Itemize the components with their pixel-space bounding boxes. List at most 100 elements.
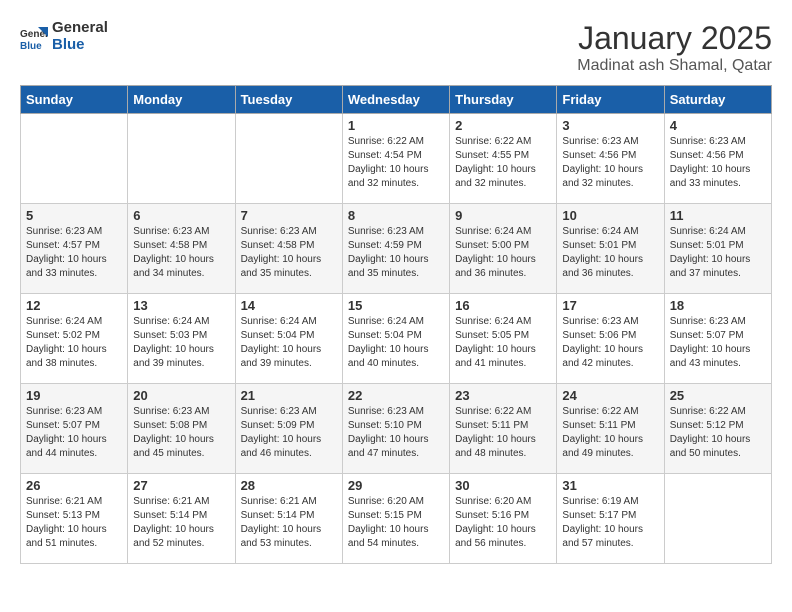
day-detail: Sunrise: 6:22 AM Sunset: 5:11 PM Dayligh… [455, 405, 551, 461]
day-detail: Sunrise: 6:24 AM Sunset: 5:05 PM Dayligh… [455, 315, 551, 371]
day-detail: Sunrise: 6:24 AM Sunset: 5:02 PM Dayligh… [26, 315, 122, 371]
day-detail: Sunrise: 6:23 AM Sunset: 4:58 PM Dayligh… [133, 225, 229, 281]
calendar-cell: 21 Sunrise: 6:23 AM Sunset: 5:09 PM Dayli… [235, 384, 342, 474]
calendar-week-row: 12Sunrise: 6:24 AM Sunset: 5:02 PM Dayli… [21, 294, 772, 384]
weekday-header: Sunday [21, 86, 128, 114]
weekday-header: Friday [557, 86, 664, 114]
day-detail: Sunrise: 6:22 AM Sunset: 5:12 PM Dayligh… [670, 405, 766, 461]
day-number: 2 [455, 118, 551, 133]
calendar-cell: 18Sunrise: 6:23 AM Sunset: 5:07 PM Dayli… [664, 294, 771, 384]
logo-icon: General Blue [20, 23, 48, 51]
calendar-week-row: 26 Sunrise: 6:21 AM Sunset: 5:13 PM Dayli… [21, 474, 772, 564]
day-detail: Sunrise: 6:23 AM Sunset: 4:59 PM Dayligh… [348, 225, 444, 281]
day-number: 5 [26, 208, 122, 223]
calendar-cell: 24Sunrise: 6:22 AM Sunset: 5:11 PM Dayli… [557, 384, 664, 474]
day-detail: Sunrise: 6:23 AM Sunset: 4:57 PM Dayligh… [26, 225, 122, 281]
day-detail: Sunrise: 6:21 AM Sunset: 5:13 PM Dayligh… [26, 495, 122, 551]
calendar-cell [664, 474, 771, 564]
day-detail: Sunrise: 6:24 AM Sunset: 5:04 PM Dayligh… [241, 315, 337, 371]
day-number: 23 [455, 388, 551, 403]
title-block: January 2025 Madinat ash Shamal, Qatar [577, 20, 772, 75]
weekday-header: Thursday [450, 86, 557, 114]
calendar-cell: 9Sunrise: 6:24 AM Sunset: 5:00 PM Daylig… [450, 204, 557, 294]
calendar-cell: 16 Sunrise: 6:24 AM Sunset: 5:05 PM Dayli… [450, 294, 557, 384]
day-number: 7 [241, 208, 337, 223]
logo-text: General Blue [52, 20, 108, 53]
day-number: 3 [562, 118, 658, 133]
day-detail: Sunrise: 6:23 AM Sunset: 5:08 PM Dayligh… [133, 405, 229, 461]
calendar-week-row: 19 Sunrise: 6:23 AM Sunset: 5:07 PM Dayli… [21, 384, 772, 474]
day-number: 25 [670, 388, 766, 403]
calendar-cell: 2Sunrise: 6:22 AM Sunset: 4:55 PM Daylig… [450, 114, 557, 204]
calendar-cell: 31Sunrise: 6:19 AM Sunset: 5:17 PM Dayli… [557, 474, 664, 564]
calendar-cell: 3 Sunrise: 6:23 AM Sunset: 4:56 PM Daylig… [557, 114, 664, 204]
weekday-header: Wednesday [342, 86, 449, 114]
month-title: January 2025 [577, 20, 772, 57]
calendar-cell: 20 Sunrise: 6:23 AM Sunset: 5:08 PM Dayli… [128, 384, 235, 474]
day-number: 24 [562, 388, 658, 403]
day-number: 14 [241, 298, 337, 313]
day-number: 18 [670, 298, 766, 313]
day-number: 28 [241, 478, 337, 493]
calendar-cell: 23 Sunrise: 6:22 AM Sunset: 5:11 PM Dayli… [450, 384, 557, 474]
calendar-cell: 1 Sunrise: 6:22 AM Sunset: 4:54 PM Daylig… [342, 114, 449, 204]
weekday-header-row: SundayMondayTuesdayWednesdayThursdayFrid… [21, 86, 772, 114]
day-number: 19 [26, 388, 122, 403]
day-detail: Sunrise: 6:20 AM Sunset: 5:15 PM Dayligh… [348, 495, 444, 551]
day-detail: Sunrise: 6:22 AM Sunset: 4:54 PM Dayligh… [348, 135, 444, 191]
day-detail: Sunrise: 6:24 AM Sunset: 5:01 PM Dayligh… [562, 225, 658, 281]
calendar-cell: 22 Sunrise: 6:23 AM Sunset: 5:10 PM Dayli… [342, 384, 449, 474]
location-subtitle: Madinat ash Shamal, Qatar [577, 57, 772, 75]
day-detail: Sunrise: 6:23 AM Sunset: 5:07 PM Dayligh… [26, 405, 122, 461]
day-number: 11 [670, 208, 766, 223]
day-detail: Sunrise: 6:24 AM Sunset: 5:04 PM Dayligh… [348, 315, 444, 371]
calendar-cell [235, 114, 342, 204]
day-detail: Sunrise: 6:23 AM Sunset: 5:10 PM Dayligh… [348, 405, 444, 461]
svg-text:Blue: Blue [20, 41, 42, 51]
day-number: 6 [133, 208, 229, 223]
calendar-cell [21, 114, 128, 204]
weekday-header: Saturday [664, 86, 771, 114]
day-number: 30 [455, 478, 551, 493]
calendar-cell: 27 Sunrise: 6:21 AM Sunset: 5:14 PM Dayli… [128, 474, 235, 564]
calendar-cell: 15 Sunrise: 6:24 AM Sunset: 5:04 PM Dayli… [342, 294, 449, 384]
weekday-header: Tuesday [235, 86, 342, 114]
calendar-cell: 12Sunrise: 6:24 AM Sunset: 5:02 PM Dayli… [21, 294, 128, 384]
calendar-week-row: 5 Sunrise: 6:23 AM Sunset: 4:57 PM Daylig… [21, 204, 772, 294]
day-number: 8 [348, 208, 444, 223]
calendar-cell: 11 Sunrise: 6:24 AM Sunset: 5:01 PM Dayli… [664, 204, 771, 294]
day-number: 20 [133, 388, 229, 403]
page-header: General Blue General Blue January 2025 M… [20, 20, 772, 75]
day-number: 13 [133, 298, 229, 313]
calendar-cell: 7 Sunrise: 6:23 AM Sunset: 4:58 PM Daylig… [235, 204, 342, 294]
day-number: 22 [348, 388, 444, 403]
calendar-cell [128, 114, 235, 204]
day-detail: Sunrise: 6:21 AM Sunset: 5:14 PM Dayligh… [241, 495, 337, 551]
day-detail: Sunrise: 6:23 AM Sunset: 4:58 PM Dayligh… [241, 225, 337, 281]
calendar-cell: 29 Sunrise: 6:20 AM Sunset: 5:15 PM Dayli… [342, 474, 449, 564]
day-detail: Sunrise: 6:23 AM Sunset: 4:56 PM Dayligh… [562, 135, 658, 191]
weekday-header: Monday [128, 86, 235, 114]
day-number: 4 [670, 118, 766, 133]
calendar-week-row: 1 Sunrise: 6:22 AM Sunset: 4:54 PM Daylig… [21, 114, 772, 204]
day-number: 10 [562, 208, 658, 223]
day-number: 15 [348, 298, 444, 313]
day-number: 29 [348, 478, 444, 493]
calendar-cell: 10 Sunrise: 6:24 AM Sunset: 5:01 PM Dayli… [557, 204, 664, 294]
day-detail: Sunrise: 6:21 AM Sunset: 5:14 PM Dayligh… [133, 495, 229, 551]
logo: General Blue General Blue [20, 20, 108, 53]
day-number: 21 [241, 388, 337, 403]
day-number: 16 [455, 298, 551, 313]
day-detail: Sunrise: 6:23 AM Sunset: 5:09 PM Dayligh… [241, 405, 337, 461]
calendar-cell: 6 Sunrise: 6:23 AM Sunset: 4:58 PM Daylig… [128, 204, 235, 294]
day-detail: Sunrise: 6:20 AM Sunset: 5:16 PM Dayligh… [455, 495, 551, 551]
day-number: 1 [348, 118, 444, 133]
day-number: 27 [133, 478, 229, 493]
day-detail: Sunrise: 6:23 AM Sunset: 5:06 PM Dayligh… [562, 315, 658, 371]
day-detail: Sunrise: 6:24 AM Sunset: 5:01 PM Dayligh… [670, 225, 766, 281]
calendar-cell: 13Sunrise: 6:24 AM Sunset: 5:03 PM Dayli… [128, 294, 235, 384]
day-number: 26 [26, 478, 122, 493]
day-number: 9 [455, 208, 551, 223]
day-detail: Sunrise: 6:19 AM Sunset: 5:17 PM Dayligh… [562, 495, 658, 551]
calendar-cell: 28 Sunrise: 6:21 AM Sunset: 5:14 PM Dayli… [235, 474, 342, 564]
